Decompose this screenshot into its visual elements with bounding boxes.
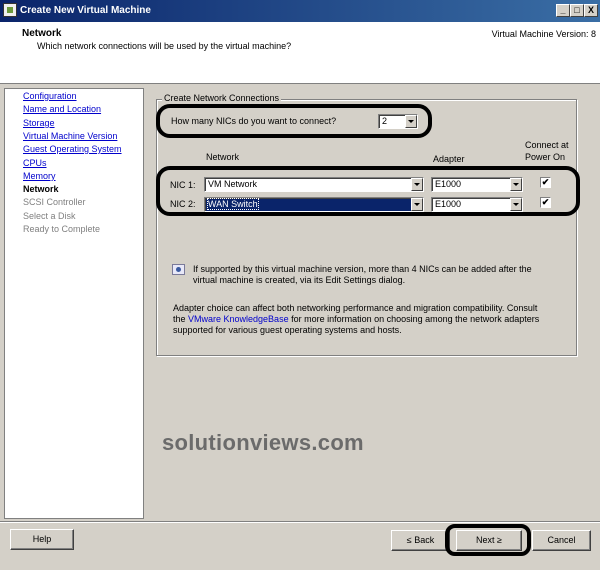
nic2-network-select[interactable]: WAN Switch bbox=[204, 197, 424, 212]
chevron-down-icon[interactable] bbox=[510, 178, 522, 191]
step-scsi-controller: SCSI Controller bbox=[23, 197, 86, 207]
adapter-text-prefix: the bbox=[173, 314, 189, 324]
nic1-network-value: VM Network bbox=[208, 179, 258, 189]
chevron-down-icon[interactable] bbox=[411, 178, 423, 191]
group-label: Create Network Connections bbox=[162, 93, 282, 103]
watermark-text: solutionviews.com bbox=[162, 430, 364, 455]
window-title: Create New Virtual Machine bbox=[20, 5, 151, 16]
step-configuration[interactable]: Configuration bbox=[23, 91, 77, 101]
nic2-network-value: WAN Switch bbox=[207, 198, 259, 210]
nic1-adapter-select[interactable]: E1000 bbox=[431, 177, 523, 192]
wizard-steps-sidebar: Configuration Name and Location Storage … bbox=[4, 88, 144, 519]
step-memory[interactable]: Memory bbox=[23, 171, 56, 181]
step-name-and-location[interactable]: Name and Location bbox=[23, 104, 101, 114]
vm-version-label: Virtual Machine Version: 8 bbox=[491, 29, 596, 39]
nic1-network-select[interactable]: VM Network bbox=[204, 177, 424, 192]
connect-column-header-2: Power On bbox=[525, 152, 566, 162]
footer-separator bbox=[0, 521, 600, 523]
step-storage[interactable]: Storage bbox=[23, 118, 55, 128]
nic2-adapter-select[interactable]: E1000 bbox=[431, 197, 523, 212]
chevron-down-icon[interactable] bbox=[405, 115, 417, 128]
maximize-button[interactable]: □ bbox=[570, 4, 584, 17]
step-cpus[interactable]: CPUs bbox=[23, 158, 47, 168]
vm-app-icon bbox=[3, 3, 17, 17]
adapter-text-line1: Adapter choice can affect both networkin… bbox=[173, 303, 538, 313]
page-title: Network bbox=[22, 28, 62, 39]
next-button[interactable]: Next ≥ bbox=[456, 530, 522, 551]
cancel-button[interactable]: Cancel bbox=[532, 530, 591, 551]
vmware-knowledgebase-link[interactable]: VMware KnowledgeBase bbox=[188, 314, 289, 324]
wizard-header: Network Which network connections will b… bbox=[0, 22, 600, 84]
nic-count-value: 2 bbox=[382, 116, 388, 126]
adapter-text-suffix: for more information on choosing among t… bbox=[288, 314, 540, 324]
back-button[interactable]: ≤ Back bbox=[391, 530, 450, 551]
step-ready-to-complete: Ready to Complete bbox=[23, 224, 101, 234]
info-text-line1: If supported by this virtual machine ver… bbox=[193, 264, 532, 274]
adapter-text-line2: the VMware KnowledgeBase for more inform… bbox=[173, 314, 539, 324]
adapter-text-line3: supported for various guest operating sy… bbox=[173, 325, 402, 335]
step-network: Network bbox=[23, 184, 59, 194]
nic2-label: NIC 2: bbox=[170, 199, 196, 209]
step-select-disk: Select a Disk bbox=[23, 211, 76, 221]
chevron-down-icon[interactable] bbox=[510, 198, 522, 211]
network-column-header: Network bbox=[206, 152, 240, 162]
minimize-button[interactable]: _ bbox=[556, 4, 570, 17]
page-subtitle: Which network connections will be used b… bbox=[37, 41, 292, 51]
close-button[interactable]: X bbox=[584, 4, 598, 17]
nic2-adapter-value: E1000 bbox=[435, 199, 462, 209]
info-icon bbox=[172, 264, 185, 275]
nic-count-label: How many NICs do you want to connect? bbox=[171, 116, 337, 126]
nic1-adapter-value: E1000 bbox=[435, 179, 462, 189]
step-vm-version[interactable]: Virtual Machine Version bbox=[23, 131, 117, 141]
title-bar: Create New Virtual Machine _ □ X bbox=[0, 0, 600, 22]
connect-column-header-1: Connect at bbox=[525, 140, 569, 150]
chevron-down-icon[interactable] bbox=[411, 198, 423, 211]
nic-count-select[interactable]: 2 bbox=[378, 114, 418, 129]
nic2-connect-checkbox[interactable]: ✔ bbox=[540, 197, 551, 208]
help-button[interactable]: Help bbox=[10, 529, 74, 550]
adapter-column-header: Adapter bbox=[433, 154, 465, 164]
nic1-label: NIC 1: bbox=[170, 180, 196, 190]
info-text-line2: virtual machine is created, via its Edit… bbox=[193, 275, 406, 285]
nic1-connect-checkbox[interactable]: ✔ bbox=[540, 177, 551, 188]
step-guest-os[interactable]: Guest Operating System bbox=[23, 144, 122, 154]
